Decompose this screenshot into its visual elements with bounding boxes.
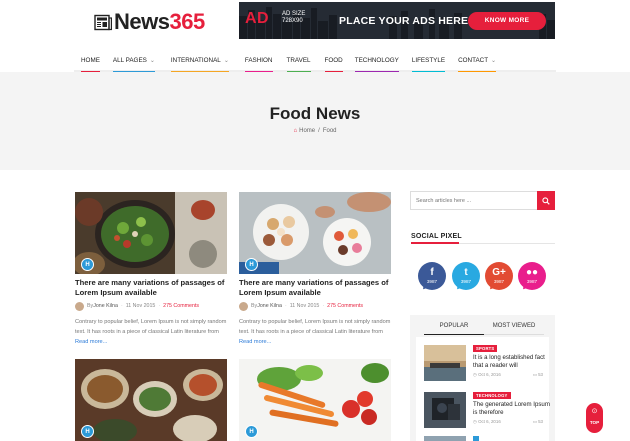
breadcrumb-separator: / [318,128,320,134]
chevron-down-icon: ⌄ [491,58,497,64]
chevron-down-icon: ⌄ [223,58,229,64]
newspaper-icon [94,14,112,30]
post-title[interactable]: The generated Lorem Ipsum is therefore [473,401,551,416]
ad-size-label: AD SIZE 728X90 [282,11,306,24]
author-avatar [75,301,84,311]
up-arrow-icon: ⊙ [591,408,598,415]
article-image-pastries[interactable] [239,192,391,274]
nav-item-fashion[interactable]: FASHION [244,51,273,73]
post-comments: ▭ 53 [532,372,543,377]
popular-post[interactable] [424,436,552,441]
breadcrumb-home[interactable]: Home [299,128,315,134]
brand-name: News365 [114,9,205,34]
ad-label: AD [245,10,270,27]
article-card[interactable]: H [75,359,227,441]
google-plus-icon[interactable]: G+ 3987 [485,262,513,292]
ad-banner[interactable]: AD AD SIZE 728X90 PLACE YOUR ADS HERE KNO… [239,2,555,39]
tab-popular[interactable]: POPULAR [424,323,484,335]
post-meta: ◷ Oct 6, 2016 ▭ 53 [473,419,543,424]
page-title: Food News [269,104,361,123]
heading-underline [411,242,555,244]
search-form [410,191,555,210]
know-more-button[interactable]: KNOW MORE [468,12,546,30]
back-to-top-button[interactable]: ⊙ TOP [586,403,603,433]
tab-most-viewed[interactable]: MOST VIEWED [484,323,544,335]
search-icon [542,196,550,205]
search-input[interactable] [410,191,537,210]
ad-headline: PLACE YOUR ADS HERE [339,15,469,27]
nav-item-home[interactable]: HOME [81,51,100,73]
article-image-salad[interactable] [75,192,227,274]
site-header: News365 AD AD SIZE 728X90 PLACE YOUR ADS … [0,0,630,52]
post-category-tag[interactable]: SPORTS [473,345,498,352]
flickr-icon[interactable]: ●● 3987 [518,262,546,292]
home-icon: ⌂ [293,128,298,134]
read-more-link[interactable]: Read more... [75,339,107,345]
article-card[interactable]: H There are many variations of passages … [75,192,227,352]
category-badge[interactable]: H [81,258,94,271]
article-date: 11 Nov 2015 [289,303,320,309]
comments-link[interactable]: 275 Comments [163,303,199,309]
author-name[interactable]: Jone Kilna [257,303,282,309]
site-logo[interactable]: News365 [94,8,205,36]
post-thumbnail[interactable] [424,436,466,441]
article-date: 11 Nov 2015 [125,303,156,309]
post-category-tag[interactable]: TECHNOLOGY [473,392,511,399]
breadcrumb: ⌂ Home / Food [0,128,630,134]
nav-item-lifestyle[interactable]: LIFESTYLE [411,51,446,73]
post-thumbnail[interactable] [424,392,466,428]
article-image-vegetables[interactable] [239,359,391,441]
main-nav: HOME ALL PAGES ⌄ INTERNATIONAL ⌄ FASHION TRAVE… [74,51,556,73]
nav-item-technology[interactable]: TECHNOLOGY [354,51,399,73]
social-count: 3987 [493,279,505,284]
comments-link[interactable]: 275 Comments [327,303,363,309]
search-button[interactable] [537,191,555,210]
article-excerpt: Contrary to popular belief, Lorem Ipsum … [239,319,391,345]
social-count: 3987 [460,279,472,284]
social-count: 3987 [426,279,438,284]
article-title[interactable]: There are many variations of passages of… [239,278,391,297]
twitter-icon[interactable]: t 3987 [452,262,480,292]
post-title[interactable]: It is a long established fact that a rea… [473,354,551,369]
social-heading: SOCIAL PIXEL [411,233,462,240]
article-title[interactable]: There are many variations of passages of… [75,278,227,297]
article-image-dishes[interactable] [75,359,227,441]
popular-post[interactable]: TECHNOLOGY The generated Lorem Ipsum is … [424,392,552,432]
category-badge[interactable]: H [81,425,94,438]
category-badge[interactable]: H [245,258,258,271]
social-count: 3987 [526,279,538,284]
nav-item-international[interactable]: INTERNATIONAL ⌄ [170,51,229,73]
breadcrumb-current: Food [322,128,337,134]
post-meta: ◷ Oct 6, 2016 ▭ 53 [473,372,543,377]
nav-item-food[interactable]: FOOD [324,51,343,73]
nav-item-travel[interactable]: TRAVEL [286,51,311,73]
facebook-icon[interactable]: f 3987 [418,262,446,292]
post-comments: ▭ 53 [532,419,543,424]
article-excerpt: Contrary to popular belief, Lorem Ipsum … [75,319,227,345]
category-badge[interactable]: H [245,425,258,438]
nav-item-all-pages[interactable]: ALL PAGES ⌄ [112,51,155,73]
popular-post[interactable]: SPORTS It is a long established fact tha… [424,345,552,385]
chevron-down-icon: ⌄ [149,58,155,64]
author-name[interactable]: Jone Kilna [93,303,118,309]
read-more-link[interactable]: Read more... [239,339,271,345]
post-thumbnail[interactable] [424,345,466,381]
post-category-tag[interactable] [473,436,479,441]
nav-item-contact[interactable]: CONTACT ⌄ [458,51,497,73]
article-card[interactable]: H [239,359,391,441]
author-avatar [239,301,248,311]
article-card[interactable]: H There are many variations of passages … [239,192,391,352]
article-meta: By Jone Kilna · 11 Nov 2015 · 275 Comment… [75,301,227,311]
article-meta: By Jone Kilna · 11 Nov 2015 · 275 Comment… [239,301,391,311]
